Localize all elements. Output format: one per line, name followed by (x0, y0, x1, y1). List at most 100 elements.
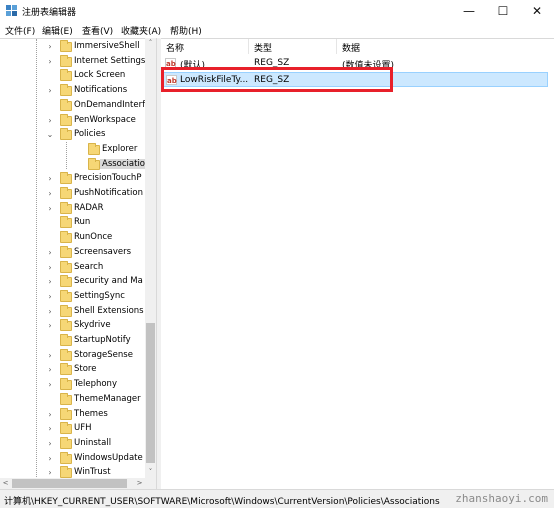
tree-item[interactable]: StartupNotify (0, 334, 145, 349)
tree-item[interactable]: › Themes (0, 407, 145, 423)
title-bar: 注册表编辑器 — ☐ ✕ (0, 0, 554, 22)
values-list[interactable]: 名称 类型 数据 ab (默认) REG_SZ (数值未设置) ab LowRi… (161, 38, 554, 489)
folder-icon (60, 378, 72, 391)
value-row-lowriskfiletypes[interactable]: ab LowRiskFileTy... REG_SZ (161, 72, 548, 87)
tree-item[interactable]: › SettingSync (0, 289, 145, 305)
tree-item[interactable]: › WindowsUpdate (0, 451, 145, 467)
tree-item-label: PenWorkspace (74, 114, 136, 125)
column-header-type[interactable]: 类型 (249, 39, 337, 54)
window-title: 注册表编辑器 (22, 8, 77, 18)
tree-item-label: Telephony (74, 379, 117, 390)
tree-item[interactable]: Run (0, 216, 145, 231)
expand-arrow-icon[interactable]: › (45, 454, 55, 464)
folder-icon (60, 289, 72, 302)
menu-edit[interactable]: 编辑(E) (42, 24, 73, 37)
value-name: LowRiskFileTy... (180, 75, 249, 85)
tree-item-label: Security and Ma (74, 276, 143, 287)
expand-arrow-icon[interactable]: › (45, 57, 55, 67)
menu-favorites[interactable]: 收藏夹(A) (121, 24, 161, 37)
folder-icon (60, 84, 72, 97)
expand-arrow-icon[interactable]: › (45, 189, 55, 199)
tree-item[interactable]: Lock Screen (0, 69, 145, 84)
scroll-thumb[interactable] (146, 323, 155, 463)
expand-arrow-icon[interactable]: › (45, 468, 55, 478)
expand-arrow-icon[interactable]: › (45, 380, 55, 390)
tree-item[interactable]: › Screensavers (0, 245, 145, 261)
tree-item[interactable]: › UFH (0, 422, 145, 437)
expand-arrow-icon[interactable]: › (45, 86, 55, 96)
expand-arrow-icon[interactable]: › (45, 307, 55, 317)
tree-item[interactable]: Explorer (0, 142, 145, 158)
tree-item[interactable]: Associations (0, 157, 156, 173)
tree-item[interactable]: › Notifications (0, 84, 145, 99)
tree-item-label: Screensavers (74, 246, 132, 257)
tree-item-label: Explorer (102, 143, 138, 154)
close-button[interactable]: ✕ (520, 0, 554, 22)
expand-arrow-icon[interactable]: › (45, 263, 55, 273)
expand-arrow-icon[interactable]: › (45, 42, 55, 52)
scroll-down-arrow[interactable]: ˅ (145, 467, 156, 478)
menu-help[interactable]: 帮助(H) (170, 24, 202, 37)
tree-item[interactable]: OnDemandInterf (0, 98, 145, 114)
folder-icon (60, 201, 72, 214)
column-header-name[interactable]: 名称 (161, 39, 249, 54)
tree-item-label: StorageSense (74, 349, 133, 360)
folder-icon (60, 348, 72, 361)
scroll-up-arrow[interactable]: ˄ (145, 38, 156, 49)
tree-item[interactable]: › ImmersiveShell (0, 40, 145, 55)
scroll-left-arrow[interactable]: < (0, 478, 11, 489)
tree-item-label: Internet Settings (74, 55, 146, 66)
tree-item[interactable]: › Internet Settings (0, 54, 146, 70)
expand-arrow-icon[interactable]: › (45, 321, 55, 331)
tree-item[interactable]: › Uninstall (0, 436, 145, 452)
maximize-button[interactable]: ☐ (486, 0, 520, 22)
expand-arrow-icon[interactable]: › (45, 410, 55, 420)
tree-item[interactable]: ThemeManager (0, 392, 145, 408)
tree-item-label: RunOnce (74, 232, 113, 243)
expand-arrow-icon[interactable]: › (45, 365, 55, 375)
tree-item-label: Shell Extensions (74, 305, 144, 316)
tree-item[interactable]: › RADAR (0, 201, 145, 217)
value-data: (数值未设置) (342, 61, 395, 71)
tree-item-label: PrecisionTouchP (74, 173, 142, 184)
expand-arrow-icon[interactable]: › (45, 351, 55, 361)
value-row-default[interactable]: ab (默认) REG_SZ (数值未设置) (161, 56, 548, 71)
minimize-button[interactable]: — (452, 0, 486, 22)
tree-item[interactable]: › PrecisionTouchP (0, 172, 145, 187)
tree-item[interactable]: › Shell Extensions (0, 304, 145, 320)
tree-item[interactable]: › StorageSense (0, 348, 145, 364)
expand-arrow-icon[interactable]: › (45, 174, 55, 184)
expand-arrow-icon[interactable]: › (45, 292, 55, 302)
hscroll-thumb[interactable] (12, 479, 127, 488)
tree-item[interactable]: › Search (0, 260, 145, 276)
tree-item[interactable]: ⌄ Policies (0, 128, 145, 143)
tree-item-label: Search (74, 261, 104, 272)
tree-item[interactable]: › Store (0, 363, 145, 378)
collapse-arrow-icon[interactable]: ⌄ (45, 130, 55, 140)
menu-file[interactable]: 文件(F) (5, 24, 35, 37)
tree-item-label: SettingSync (74, 290, 125, 301)
folder-icon (60, 172, 72, 185)
column-header-data[interactable]: 数据 (337, 39, 548, 54)
tree-vertical-scrollbar[interactable]: ˄ ˅ (145, 38, 156, 478)
folder-icon (60, 113, 72, 126)
tree-item[interactable]: › PenWorkspace (0, 113, 145, 129)
scroll-right-arrow[interactable]: > (134, 478, 145, 489)
expand-arrow-icon[interactable]: › (45, 204, 55, 214)
tree-item-label: Skydrive (74, 320, 111, 331)
tree-item[interactable]: RunOnce (0, 231, 145, 246)
key-tree[interactable]: › ImmersiveShell › Internet Settings Lock Sc… (0, 38, 156, 478)
expand-arrow-icon[interactable]: › (45, 439, 55, 449)
expand-arrow-icon[interactable]: › (45, 424, 55, 434)
expand-arrow-icon[interactable]: › (45, 116, 55, 126)
tree-item[interactable]: › Skydrive (0, 319, 145, 334)
expand-arrow-icon[interactable]: › (45, 248, 55, 258)
tree-item[interactable]: › PushNotification (0, 187, 145, 202)
tree-item[interactable]: › Security and Ma (0, 275, 145, 290)
folder-icon (60, 260, 72, 273)
tree-item[interactable]: › WinTrust (0, 466, 145, 478)
tree-item[interactable]: › Telephony (0, 378, 145, 393)
menu-view[interactable]: 查看(V) (82, 24, 113, 37)
tree-horizontal-scrollbar[interactable]: < > (0, 478, 156, 489)
expand-arrow-icon[interactable]: › (45, 277, 55, 287)
